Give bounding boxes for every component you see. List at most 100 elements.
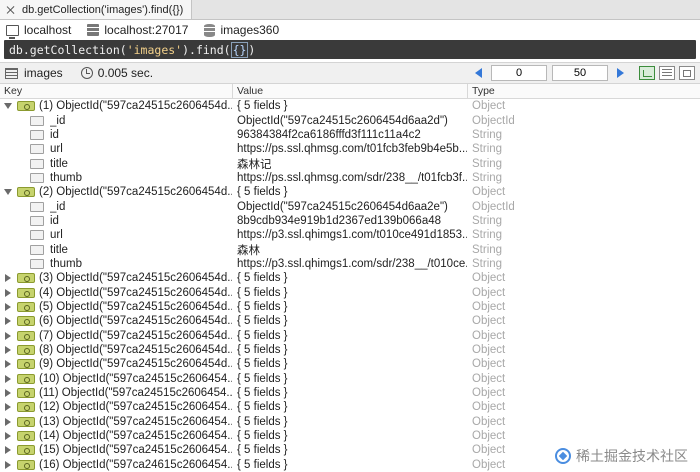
field-row[interactable]: id 96384384f2ca6186fffd3f111c11a4c2 String: [0, 128, 700, 142]
row-key-cell: (14) ObjectId("597ca24515c2606454...: [0, 429, 233, 443]
text-view-button[interactable]: [679, 66, 695, 80]
field-icon: [30, 172, 44, 183]
document-row[interactable]: (12) ObjectId("597ca24515c2606454... { 5 …: [0, 400, 700, 414]
field-row[interactable]: url https://p3.ssl.qhimgs1.com/t010ce491d…: [0, 228, 700, 242]
field-row[interactable]: thumb https://p3.ssl.qhimgs1.com/sdr/238_…: [0, 257, 700, 271]
expand-down-icon[interactable]: [4, 189, 12, 196]
expand-down-icon[interactable]: [4, 103, 12, 110]
document-row[interactable]: (9) ObjectId("597ca24515c2606454d... { 5 …: [0, 357, 700, 371]
field-key-cell: thumb: [0, 171, 233, 185]
field-icon: [30, 115, 44, 126]
connection-bar: localhost localhost:27017 images360: [0, 20, 700, 40]
row-key-text: (11) ObjectId("597ca24515c2606454...: [39, 387, 232, 400]
row-type-cell: Object: [472, 430, 506, 443]
tree-view-button[interactable]: [639, 66, 655, 80]
column-header-type[interactable]: Type: [468, 84, 700, 98]
query-editor[interactable]: db.getCollection('images').find({}): [4, 40, 696, 59]
collapse-right-icon[interactable]: [5, 432, 11, 441]
document-row[interactable]: (4) ObjectId("597ca24515c2606454d... { 5 …: [0, 285, 700, 299]
document-row[interactable]: (11) ObjectId("597ca24515c2606454... { 5 …: [0, 386, 700, 400]
object-icon: [17, 316, 35, 327]
row-value-cell: { 5 fields }: [237, 186, 288, 199]
document-row[interactable]: (3) ObjectId("597ca24515c2606454d... { 5 …: [0, 271, 700, 285]
row-key-text: (3) ObjectId("597ca24515c2606454d...: [39, 272, 232, 285]
database-label: images360: [220, 23, 280, 37]
field-value-cell: 8b9cdb934e919b1d2367ed139b066a48: [237, 214, 442, 227]
row-value-cell: { 5 fields }: [237, 387, 288, 400]
object-icon: [17, 459, 35, 470]
collapse-right-icon[interactable]: [5, 389, 11, 398]
column-header-key[interactable]: Key: [0, 84, 233, 98]
connection-database: images360: [204, 23, 279, 37]
result-time: 0.005 sec.: [97, 66, 154, 80]
collapse-right-icon[interactable]: [5, 446, 11, 455]
collapse-right-icon[interactable]: [5, 288, 11, 297]
row-key-text: (8) ObjectId("597ca24515c2606454d...: [39, 344, 232, 357]
row-value-cell: { 5 fields }: [237, 415, 288, 428]
monitor-icon: [6, 24, 19, 39]
document-row[interactable]: (14) ObjectId("597ca24515c2606454... { 5 …: [0, 429, 700, 443]
arrow-left-icon[interactable]: [475, 68, 482, 78]
object-icon: [17, 287, 35, 298]
pager: [475, 65, 695, 81]
collapse-right-icon[interactable]: [5, 374, 11, 383]
row-value-cell: { 5 fields }: [237, 401, 288, 414]
tab-query[interactable]: db.getCollection('images').find({}): [0, 0, 193, 19]
arrow-right-icon[interactable]: [617, 68, 624, 78]
document-row[interactable]: (5) ObjectId("597ca24515c2606454d... { 5 …: [0, 300, 700, 314]
field-key-cell: url: [0, 228, 233, 242]
skip-input[interactable]: [491, 65, 547, 81]
field-row[interactable]: thumb https://ps.ssl.qhmsg.com/sdr/238__/…: [0, 171, 700, 185]
field-key-cell: id: [0, 214, 233, 228]
row-key-text: (16) ObjectId("597ca24615c2606454...: [39, 458, 232, 471]
row-type-cell: Object: [472, 358, 506, 371]
row-type-cell: Object: [472, 372, 506, 385]
field-key-cell: url: [0, 142, 233, 156]
field-row[interactable]: title 森林 String: [0, 242, 700, 257]
field-row[interactable]: _id ObjectId("597ca24515c2606454d6aa2e") O…: [0, 199, 700, 213]
collapse-right-icon[interactable]: [5, 317, 11, 326]
field-type-cell: String: [472, 214, 503, 227]
field-type-cell: String: [472, 157, 503, 170]
query-middle: ).find(: [182, 42, 231, 57]
table-view-button[interactable]: [659, 66, 675, 80]
document-row[interactable]: (8) ObjectId("597ca24515c2606454d... { 5 …: [0, 343, 700, 357]
field-key-text: id: [50, 214, 59, 227]
row-value-cell: { 5 fields }: [237, 100, 288, 113]
field-type-cell: ObjectId: [472, 114, 515, 127]
row-type-cell: Object: [472, 401, 506, 414]
collapse-right-icon[interactable]: [5, 360, 11, 369]
field-icon: [30, 215, 44, 226]
close-icon[interactable]: [6, 5, 16, 15]
field-row[interactable]: _id ObjectId("597ca24515c2606454d6aa2d") O…: [0, 113, 700, 127]
document-row[interactable]: (7) ObjectId("597ca24515c2606454d... { 5 …: [0, 329, 700, 343]
row-value-cell: { 5 fields }: [237, 358, 288, 371]
row-key-text: (13) ObjectId("597ca24515c2606454...: [39, 415, 232, 428]
document-row[interactable]: (6) ObjectId("597ca24515c2606454d... { 5 …: [0, 314, 700, 328]
field-row[interactable]: url https://ps.ssl.qhmsg.com/t01fcb3feb9b…: [0, 142, 700, 156]
field-row[interactable]: title 森林记 String: [0, 156, 700, 171]
row-key-cell: (3) ObjectId("597ca24515c2606454d...: [0, 271, 233, 285]
document-row[interactable]: (13) ObjectId("597ca24515c2606454... { 5 …: [0, 415, 700, 429]
row-key-cell: (8) ObjectId("597ca24515c2606454d...: [0, 343, 233, 357]
watermark: 稀土掘金技术社区: [551, 444, 692, 468]
collapse-right-icon[interactable]: [5, 346, 11, 355]
results-tree: (1) ObjectId("597ca24515c2606454d... { 5 …: [0, 99, 700, 472]
document-row[interactable]: (10) ObjectId("597ca24515c2606454... { 5 …: [0, 372, 700, 386]
query-prefix: db.getCollection(: [9, 42, 127, 57]
collapse-right-icon[interactable]: [5, 460, 11, 469]
column-header-value[interactable]: Value: [233, 84, 468, 98]
document-row[interactable]: (1) ObjectId("597ca24515c2606454d... { 5 …: [0, 99, 700, 113]
collapse-right-icon[interactable]: [5, 274, 11, 283]
collapse-right-icon[interactable]: [5, 417, 11, 426]
collapse-right-icon[interactable]: [5, 302, 11, 311]
document-row[interactable]: (2) ObjectId("597ca24515c2606454d... { 5 …: [0, 185, 700, 199]
connection-label: localhost: [24, 23, 72, 37]
field-row[interactable]: id 8b9cdb934e919b1d2367ed139b066a48 String: [0, 214, 700, 228]
collapse-right-icon[interactable]: [5, 403, 11, 412]
row-value-cell: { 5 fields }: [237, 300, 288, 313]
collapse-right-icon[interactable]: [5, 331, 11, 340]
field-value-cell: ObjectId("597ca24515c2606454d6aa2e"): [237, 200, 448, 213]
field-value-cell: 森林: [237, 244, 260, 257]
limit-input[interactable]: [552, 65, 608, 81]
